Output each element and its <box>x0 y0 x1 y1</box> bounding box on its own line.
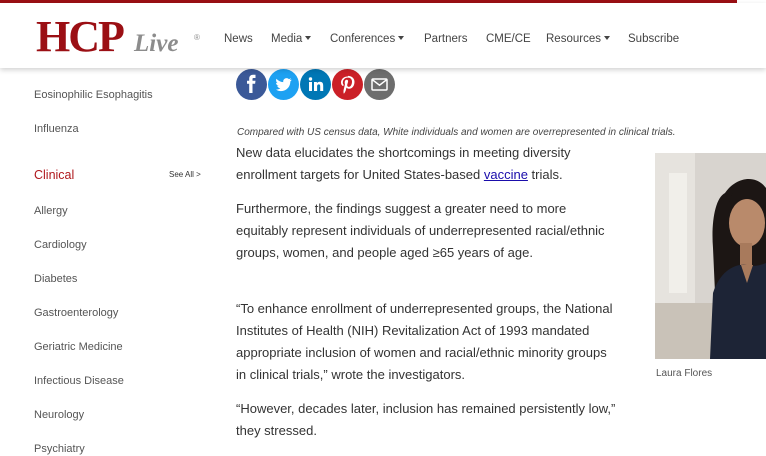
twitter-share-button[interactable] <box>268 69 299 100</box>
hcplive-logo[interactable]: HCP Live ® <box>36 13 206 63</box>
nav-resources[interactable]: Resources <box>546 31 610 47</box>
nav-conferences[interactable]: Conferences <box>330 31 405 47</box>
sidebar-item-geriatric-medicine[interactable]: Geriatric Medicine <box>34 340 123 354</box>
logo-hcp-text: HCP <box>36 12 125 61</box>
chevron-down-icon <box>305 36 312 40</box>
see-all-link[interactable]: See All > <box>169 170 201 180</box>
logo-live-text: Live <box>134 30 179 57</box>
sidebar-item-diabetes[interactable]: Diabetes <box>34 272 77 286</box>
nav-resources-label: Resources <box>546 33 601 45</box>
author-photo <box>655 153 766 359</box>
nav-conferences-label: Conferences <box>330 33 396 45</box>
nav-partners[interactable]: Partners <box>424 31 467 47</box>
pinterest-share-button[interactable] <box>332 69 363 100</box>
facebook-icon <box>247 74 256 93</box>
facebook-share-button[interactable] <box>236 69 267 100</box>
chevron-down-icon <box>398 36 405 40</box>
sidebar-item-infectious-disease[interactable]: Infectious Disease <box>34 374 124 388</box>
email-share-button[interactable] <box>364 69 395 100</box>
sidebar-item-influenza[interactable]: Influenza <box>34 122 79 136</box>
logo-registered-mark: ® <box>194 33 200 42</box>
article-paragraph: Furthermore, the findings suggest a grea… <box>236 201 605 260</box>
nav-subscribe[interactable]: Subscribe <box>628 31 679 47</box>
chevron-down-icon <box>603 36 610 40</box>
article-paragraph: “However, decades later, inclusion has r… <box>236 401 616 438</box>
sidebar-item-cardiology[interactable]: Cardiology <box>34 238 87 252</box>
sidebar-item-allergy[interactable]: Allergy <box>34 204 68 218</box>
nav-media-label: Media <box>271 33 303 45</box>
sidebar-item-eosinophilic-esophagitis[interactable]: Eosinophilic Esophagitis <box>34 88 153 102</box>
envelope-icon <box>371 78 388 91</box>
vaccine-link[interactable]: vaccine <box>484 167 528 182</box>
sidebar-item-neurology[interactable]: Neurology <box>34 408 84 422</box>
image-caption: Compared with US census data, White indi… <box>237 127 676 138</box>
linkedin-share-button[interactable] <box>300 69 331 100</box>
nav-cme[interactable]: CME/CE <box>486 31 531 47</box>
twitter-icon <box>276 78 292 92</box>
sidebar-section-clinical[interactable]: Clinical <box>34 167 74 183</box>
article-paragraph: “To enhance enrollment of underrepresent… <box>236 301 613 382</box>
pinterest-icon <box>341 75 355 94</box>
sidebar-item-gastroenterology[interactable]: Gastroenterology <box>34 306 118 320</box>
paragraph-text: trials. <box>527 167 563 182</box>
article-paragraph: New data elucidates the shortcomings in … <box>236 142 620 186</box>
linkedin-icon <box>308 77 324 91</box>
nav-media[interactable]: Media <box>271 31 312 47</box>
site-header: HCP Live ® News Media Conferences Partne… <box>0 3 766 68</box>
nav-news[interactable]: News <box>224 31 253 47</box>
photo-caption: Laura Flores <box>656 368 713 379</box>
